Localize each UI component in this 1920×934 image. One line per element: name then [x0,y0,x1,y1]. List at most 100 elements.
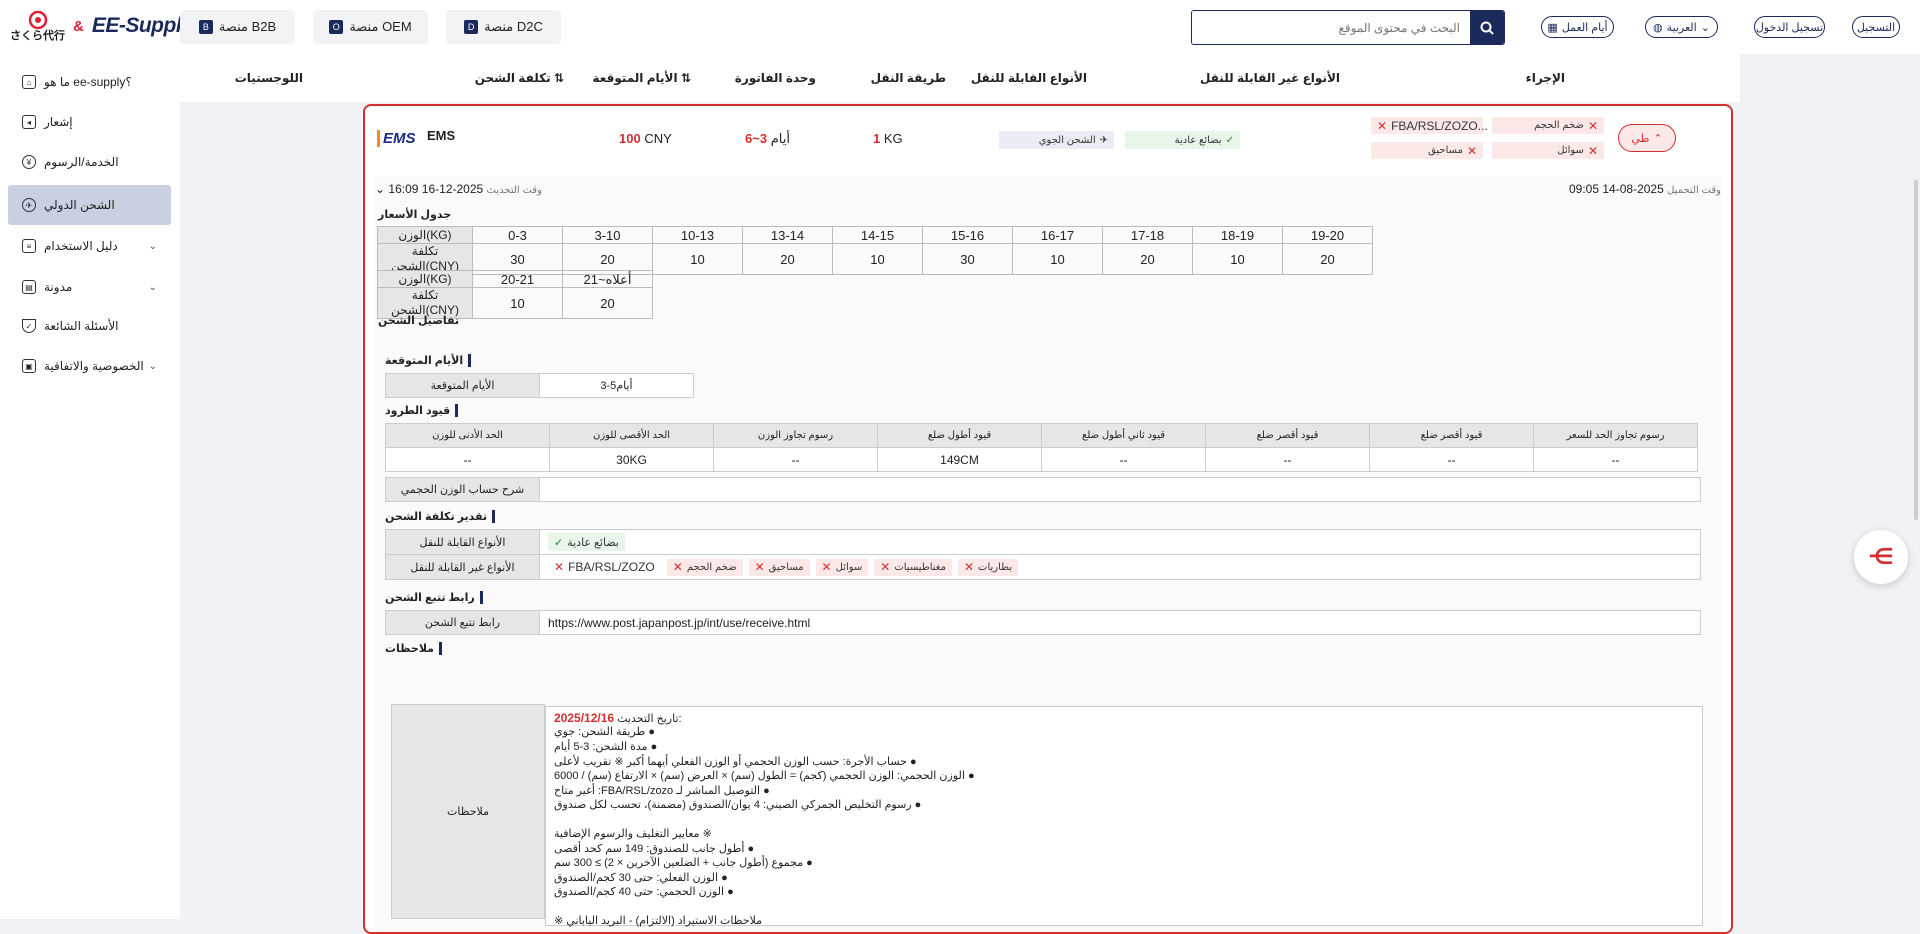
sakura-logo-text: さくら代行 [10,30,65,42]
language-select[interactable]: ◍ العربية ⌄ [1645,16,1718,38]
header-shipping-cost[interactable]: ⇅ تكلفة الشحن [475,71,564,85]
scrollbar[interactable] [1914,180,1918,520]
x-icon: ✕ [1377,118,1388,133]
sidebar-item-label: الأسئلة الشائعة [44,319,119,333]
tracking-link[interactable]: https://www.post.japanpost.jp/int/use/re… [539,610,1701,635]
workdays-button[interactable]: ▦ أيام العمل [1541,16,1614,38]
sidebar-item-label: مدونة [44,280,73,294]
sidebar-item-blog[interactable]: ▤ مدونة ⌄ [8,267,171,307]
sakura-logo: さくら代行 [10,10,65,42]
ems-logo: EMS [377,130,416,147]
platform-label: منصة B2B [218,19,277,34]
chevron-down-icon: ⌄ [148,281,157,293]
sidebar-item-privacy[interactable]: ▣ الخصوصية والاتفاقية ⌄ [8,346,171,386]
sidebar-item-label: الشحن الدولي [44,198,115,212]
search-button[interactable] [1470,11,1504,44]
note-line: مدة الشحن: 3-5 أيام ● [554,741,658,753]
collapse-button[interactable]: طي ⌃ [1618,124,1676,152]
register-button[interactable]: التسجيل [1852,16,1900,38]
check-icon: ✓ [554,536,564,549]
notes-date-line: 2025/12/16 تاريخ التحديث: [554,711,682,725]
notes-label: ملاحظات [391,704,545,919]
sidebar-item-label: دليل الاستخدام [44,239,118,253]
transportable-tag: بضائع عادية ✓ [1125,131,1240,149]
upload-time: وقت التحميل 2025-08-14 09:05 [1568,182,1721,196]
update-time[interactable]: وقت التحديث 2025-12-16 16:09 ⌄ [375,182,542,196]
tracking-title: رابط تتبع الشحن [385,591,483,604]
expected-days-section-title: الأيام المتوقعة [385,354,472,367]
privacy-icon: ▣ [22,359,36,373]
check-icon: ✓ [1225,134,1234,146]
ee-supply-logo: EE-Supply [91,14,193,37]
airplane-icon: ✈ [1099,134,1108,146]
sidebar-item-label: الخصوصية والاتفاقية [44,359,144,373]
carrier-name: EMS [427,128,456,143]
login-button[interactable]: تسجيل الدخول [1754,16,1825,38]
coin-icon: ¥ [22,155,36,169]
note-line: الوزن الحجمي: الوزن الحجمي (كجم) = الطول… [554,770,975,782]
faq-icon: ✓ [22,319,36,333]
weight-label: الوزن(KG) [377,226,473,244]
price-table-2: الوزن(KG) 20-21 21~أعلاه تكلفة الشحن(CNY) 1… [377,270,653,319]
sidebar-item-notice[interactable]: ◂ إشعار [8,102,171,142]
d2c-icon: D [464,20,479,34]
home-icon: ⌂ [22,75,36,89]
search-input[interactable] [1192,11,1470,44]
platform-oem-button[interactable]: O منصة OEM [313,10,428,44]
logistics-row: EMS EMS 100 CNY أيام 3~6 1 KG الشحن الجو… [365,106,1731,176]
x-icon: ✕ [1587,143,1598,158]
chevron-down-icon: ⌄ [1700,21,1710,34]
non-transportable-badge: ✕ مغناطيسيات [874,558,952,576]
register-label: التسجيل [1856,21,1896,34]
x-icon: ✕ [672,560,683,574]
non-transportable-badge: ✕ بطاريات [957,558,1019,576]
calendar-icon: ▦ [1547,21,1558,34]
note-line: أطول جانب للصندوق: 149 سم كحد أقصى ● [554,843,755,855]
sidebar-item-label: ما هو ee-supply؟ [44,75,132,89]
non-transportable-tag: مساحيق ✕ [1371,142,1483,159]
x-icon: ✕ [821,560,832,574]
header-transportable: الأنواع القابلة للنقل [970,71,1087,85]
floating-menu-button[interactable]: ⋲ [1854,530,1908,584]
note-line: حساب الأجرة: حسب الوزن الحجمي أو الوزن ا… [554,756,917,768]
search-box [1191,10,1505,45]
parcel-limits-title: قيود الطرود [385,404,459,417]
header-transport-method: طريقة النقل [870,71,946,85]
logo[interactable]: さくら代行 & EE-Supply [10,10,193,42]
sort-icon: ⇅ [550,71,564,85]
cost-estimate-table: الأنواع القابلة للنقل ✓ بضائع عادية الأنوا… [385,529,1701,580]
note-line: ※ ملاحظات الاستيراد (الالتزام) - البريد … [554,915,763,927]
price-table-title: جدول الأسعار [378,209,452,221]
expected-days: أيام 3~6 [745,131,790,146]
platform-d2c-button[interactable]: D منصة D2C [446,10,561,44]
b2b-icon: B [198,20,213,34]
language-label: العربية [1666,21,1697,34]
non-transportable-badge: ✕ سوائل [815,558,869,576]
platform-label: منصة D2C [484,19,543,34]
book-icon: ≡ [22,239,36,253]
header-action: الإجراء [1525,71,1565,85]
invoice-unit: 1 KG [873,131,903,146]
x-icon: ✕ [880,560,891,574]
non-transportable-badge: ✕ مساحيق [748,558,810,576]
megaphone-icon: ◂ [22,115,36,129]
logo-ampersand: & [73,17,84,35]
parcel-limits-table: رسوم تجاوز الحد للسعر قيود أقصر ضلع قيود أ… [385,423,1698,472]
transportable-badge: ✓ بضائع عادية [548,533,625,551]
globe-icon: ◍ [1653,21,1663,34]
platform-b2b-button[interactable]: B منصة B2B [180,10,295,44]
non-transportable-tag: ✕ FBA/RSL/ZOZO... [1371,117,1488,134]
sakura-flower-icon [28,10,47,30]
sidebar-item-fees[interactable]: ¥ الخدمة/الرسوم [8,142,171,182]
sidebar-item-guide[interactable]: ≡ دليل الاستخدام ⌄ [8,226,171,266]
list-icon: ⋲ [1868,544,1894,569]
sidebar-item-faq[interactable]: ✓ الأسئلة الشائعة [8,306,171,346]
x-icon: ✕ [1466,143,1477,158]
header-expected-days[interactable]: ⇅ الأيام المتوقعة [592,71,691,85]
sidebar-item-international-shipping[interactable]: ✈ الشحن الدولي [8,185,171,225]
sidebar-item-about[interactable]: ⌂ ما هو ee-supply؟ [8,62,171,102]
tracking-table: رابط تتبع الشحن https://www.post.japanpos… [385,610,1701,635]
cost-estimate-title: تقدير تكلفة الشحن [385,510,496,523]
sidebar-item-label: إشعار [44,115,73,129]
note-line: رسوم التخليص الجمركي الصيني: 4 يوان/الصن… [554,799,922,811]
